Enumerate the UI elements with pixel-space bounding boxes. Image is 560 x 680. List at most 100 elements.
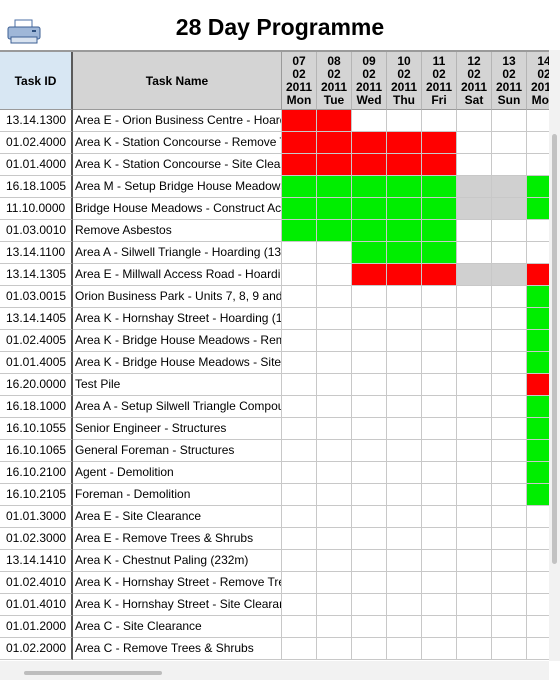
day-cell-empty[interactable] [457, 110, 492, 132]
horizontal-scroll-thumb[interactable] [24, 671, 162, 675]
table-row[interactable]: 16.10.2105 Foreman - Demolition [0, 484, 549, 506]
day-cell-red[interactable] [422, 154, 457, 176]
day-cell-empty[interactable] [457, 528, 492, 550]
day-cell-empty[interactable] [527, 110, 549, 132]
table-row[interactable]: 01.02.4010 Area K - Hornshay Street - Rem… [0, 572, 549, 594]
day-cell-empty[interactable] [387, 330, 422, 352]
day-cell-empty[interactable] [422, 396, 457, 418]
day-cell-empty[interactable] [282, 550, 317, 572]
day-cell-empty[interactable] [282, 572, 317, 594]
table-row[interactable]: 13.14.1405 Area K - Hornshay Street - Hoa… [0, 308, 549, 330]
day-cell-empty[interactable] [352, 616, 387, 638]
day-cell-empty[interactable] [317, 264, 352, 286]
day-cell-empty[interactable] [422, 374, 457, 396]
day-cell-empty[interactable] [352, 550, 387, 572]
day-cell-empty[interactable] [317, 572, 352, 594]
day-cell-empty[interactable] [282, 264, 317, 286]
day-cell-grey[interactable] [457, 176, 492, 198]
day-cell-empty[interactable] [422, 638, 457, 660]
day-cell-green[interactable] [422, 176, 457, 198]
vertical-scroll-thumb[interactable] [552, 134, 557, 564]
day-cell-empty[interactable] [422, 594, 457, 616]
day-cell-empty[interactable] [282, 418, 317, 440]
day-cell-empty[interactable] [457, 352, 492, 374]
day-cell-empty[interactable] [422, 330, 457, 352]
day-cell-empty[interactable] [457, 154, 492, 176]
table-row[interactable]: 13.14.1100 Area A - Silwell Triangle - Ho… [0, 242, 549, 264]
day-cell-empty[interactable] [457, 308, 492, 330]
day-cell-empty[interactable] [282, 462, 317, 484]
day-cell-empty[interactable] [387, 550, 422, 572]
day-cell-empty[interactable] [317, 286, 352, 308]
day-cell-empty[interactable] [492, 110, 527, 132]
day-cell-empty[interactable] [282, 528, 317, 550]
day-cell-empty[interactable] [317, 308, 352, 330]
day-cell-empty[interactable] [317, 594, 352, 616]
day-cell-empty[interactable] [422, 352, 457, 374]
day-cell-empty[interactable] [352, 638, 387, 660]
day-cell-empty[interactable] [387, 484, 422, 506]
day-cell-empty[interactable] [492, 440, 527, 462]
day-cell-empty[interactable] [352, 352, 387, 374]
day-cell-empty[interactable] [527, 594, 549, 616]
day-cell-empty[interactable] [492, 242, 527, 264]
day-cell-empty[interactable] [492, 154, 527, 176]
day-cell-empty[interactable] [282, 616, 317, 638]
day-cell-empty[interactable] [457, 616, 492, 638]
day-cell-empty[interactable] [352, 374, 387, 396]
day-cell-grey[interactable] [457, 264, 492, 286]
day-cell-green[interactable] [387, 176, 422, 198]
day-cell-empty[interactable] [317, 506, 352, 528]
day-cell-empty[interactable] [282, 440, 317, 462]
day-cell-empty[interactable] [317, 462, 352, 484]
day-cell-empty[interactable] [422, 110, 457, 132]
day-cell-red[interactable] [317, 132, 352, 154]
day-cell-green[interactable] [527, 440, 549, 462]
day-cell-empty[interactable] [317, 242, 352, 264]
day-cell-empty[interactable] [457, 330, 492, 352]
day-cell-empty[interactable] [422, 308, 457, 330]
day-cell-empty[interactable] [352, 506, 387, 528]
day-cell-empty[interactable] [422, 286, 457, 308]
day-cell-empty[interactable] [317, 550, 352, 572]
day-cell-empty[interactable] [317, 484, 352, 506]
day-cell-empty[interactable] [387, 110, 422, 132]
day-cell-empty[interactable] [352, 484, 387, 506]
day-cell-red[interactable] [352, 264, 387, 286]
day-cell-empty[interactable] [387, 352, 422, 374]
table-row[interactable]: 01.03.0015 Orion Business Park - Units 7,… [0, 286, 549, 308]
day-cell-empty[interactable] [492, 132, 527, 154]
day-cell-red[interactable] [317, 154, 352, 176]
day-cell-green[interactable] [387, 220, 422, 242]
day-cell-red[interactable] [387, 132, 422, 154]
day-cell-empty[interactable] [492, 550, 527, 572]
day-cell-empty[interactable] [492, 506, 527, 528]
day-cell-empty[interactable] [492, 484, 527, 506]
table-row[interactable]: 01.02.2000 Area C - Remove Trees & Shrubs [0, 638, 549, 660]
day-cell-empty[interactable] [282, 484, 317, 506]
day-cell-empty[interactable] [457, 594, 492, 616]
day-cell-green[interactable] [527, 308, 549, 330]
day-cell-empty[interactable] [457, 506, 492, 528]
day-cell-empty[interactable] [282, 286, 317, 308]
day-cell-empty[interactable] [422, 418, 457, 440]
day-cell-empty[interactable] [352, 594, 387, 616]
table-row[interactable]: 01.01.4000 Area K - Station Concourse - S… [0, 154, 549, 176]
day-cell-empty[interactable] [457, 440, 492, 462]
day-cell-green[interactable] [527, 330, 549, 352]
day-cell-empty[interactable] [387, 286, 422, 308]
day-cell-empty[interactable] [457, 418, 492, 440]
day-cell-green[interactable] [527, 484, 549, 506]
column-header-task-id[interactable]: Task ID [0, 52, 73, 110]
day-cell-empty[interactable] [527, 506, 549, 528]
day-cell-red[interactable] [422, 264, 457, 286]
day-cell-empty[interactable] [387, 440, 422, 462]
day-cell-red[interactable] [317, 110, 352, 132]
day-cell-empty[interactable] [527, 528, 549, 550]
table-row[interactable]: 16.10.1055 Senior Engineer - Structures [0, 418, 549, 440]
day-cell-red[interactable] [387, 154, 422, 176]
day-cell-empty[interactable] [352, 308, 387, 330]
day-cell-empty[interactable] [457, 550, 492, 572]
day-cell-empty[interactable] [317, 440, 352, 462]
day-cell-empty[interactable] [422, 572, 457, 594]
